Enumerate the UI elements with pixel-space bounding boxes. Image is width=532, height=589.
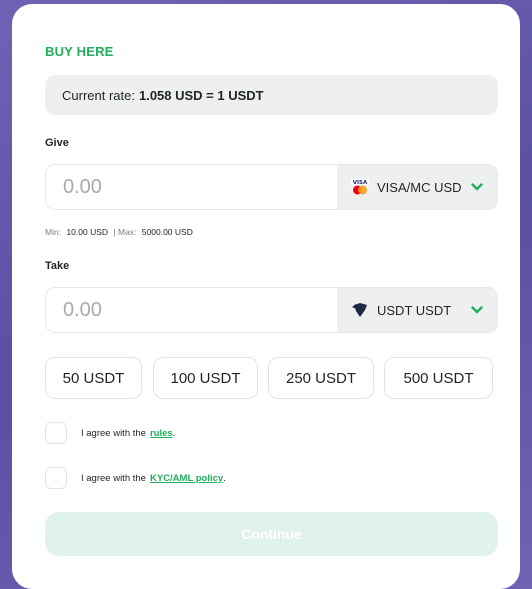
quick-amount-500-button[interactable]: 500 USDT [384, 357, 493, 399]
chevron-down-icon [471, 183, 483, 191]
agree-kyc-suffix: . [223, 472, 226, 484]
take-currency-select[interactable]: USDT USDT [337, 288, 497, 332]
take-amount-wrapper [46, 288, 337, 332]
agree-rules-row: I agree with the rules . [45, 422, 175, 444]
agree-rules-suffix: . [172, 427, 176, 439]
agree-rules-text: I agree with the [81, 427, 146, 439]
rate-prefix: Current rate: [62, 87, 135, 103]
max-value: 5000.00 USD [141, 227, 193, 237]
svg-text:VISA: VISA [353, 180, 368, 186]
rate-value: 1.058 USD = 1 USDT [138, 87, 264, 103]
take-field: USDT USDT [45, 287, 498, 333]
agree-kyc-checkbox[interactable] [45, 467, 67, 489]
quick-amount-100-button[interactable]: 100 USDT [153, 357, 258, 399]
usdt-icon [352, 303, 367, 317]
continue-button[interactable]: Continue [45, 512, 498, 556]
limits-separator: | [113, 227, 116, 237]
take-currency-label: USDT USDT [377, 302, 452, 318]
give-field: VISA VISA/MC USD [45, 164, 498, 210]
quick-amount-50-button[interactable]: 50 USDT [45, 357, 142, 399]
give-currency-select[interactable]: VISA VISA/MC USD [337, 165, 497, 209]
take-label: Take [45, 260, 70, 272]
visa-mastercard-icon: VISA [351, 179, 369, 195]
kyc-aml-policy-link[interactable]: KYC/AML policy [150, 473, 223, 484]
give-currency-label: VISA/MC USD [377, 179, 462, 195]
rules-link[interactable]: rules [150, 428, 173, 439]
quick-amount-250-button[interactable]: 250 USDT [268, 357, 374, 399]
max-label: Max: [118, 227, 137, 237]
give-limits: Min: 10.00 USD | Max: 5000.00 USD [45, 227, 196, 237]
agree-rules-checkbox[interactable] [45, 422, 67, 444]
take-amount-input[interactable] [63, 298, 337, 322]
give-amount-input[interactable] [63, 175, 337, 199]
give-label: Give [45, 137, 69, 149]
exchange-card: BUY HERE Current rate: 1.058 USD = 1 USD… [12, 4, 520, 589]
give-amount-wrapper [46, 165, 337, 209]
agree-kyc-row: I agree with the KYC/AML policy . [45, 467, 226, 489]
chevron-down-icon [471, 306, 483, 314]
current-rate-banner: Current rate: 1.058 USD = 1 USDT [45, 75, 498, 115]
min-value: 10.00 USD [66, 227, 109, 237]
agree-kyc-text: I agree with the [81, 472, 146, 484]
card-title: BUY HERE [45, 44, 114, 59]
min-label: Min: [45, 227, 62, 237]
